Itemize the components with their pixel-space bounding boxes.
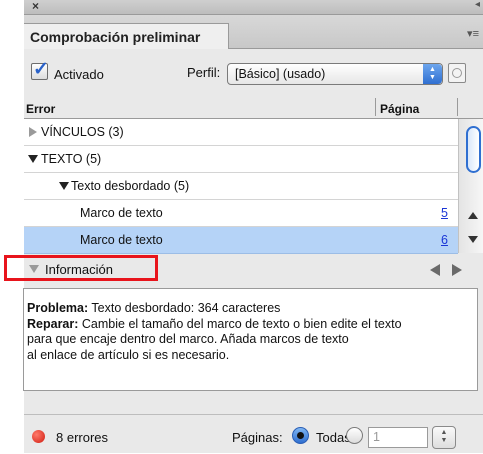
list-scrollbar[interactable]	[458, 119, 483, 253]
panel-top-strip: × ◂	[24, 0, 483, 15]
page-link[interactable]: 6	[441, 233, 448, 247]
list-item-marco-de-texto[interactable]: Marco de texto 5	[24, 200, 458, 227]
errors-count[interactable]: 8 errores	[56, 430, 108, 445]
perfil-label: Perfil:	[187, 65, 221, 80]
disclosure-expanded-icon[interactable]	[29, 265, 39, 273]
panel-footer: 8 errores Páginas: Todas 1 ▲ ▼	[24, 414, 483, 454]
reparar-label: Reparar:	[27, 316, 79, 331]
disclosure-expanded-icon[interactable]	[59, 182, 69, 190]
radio-todas[interactable]	[292, 427, 309, 444]
list-item-vinculos[interactable]: VÍNCULOS (3)	[24, 119, 458, 146]
problema-text: Texto desbordado: 364 caracteres	[88, 301, 281, 315]
panel-menu-icon[interactable]: ▾≡	[467, 27, 479, 40]
list-item-marco-de-texto-selected[interactable]: Marco de texto 6	[24, 227, 458, 254]
scroll-down-icon[interactable]	[468, 236, 478, 243]
preflight-panel: × ◂ Comprobación preliminar ▾≡ ✓ Activad…	[4, 0, 483, 454]
scrollbar-thumb[interactable]	[466, 126, 481, 173]
row-label: Marco de texto	[80, 233, 163, 247]
radio-page-range[interactable]	[346, 427, 363, 444]
page-link[interactable]: 5	[441, 206, 448, 220]
page-range-field[interactable]: 1	[368, 427, 428, 448]
error-status-icon	[32, 430, 45, 443]
info-text-area: Problema: Texto desbordado: 364 caracter…	[23, 288, 478, 391]
activado-checkbox[interactable]: ✓	[31, 59, 49, 80]
table-header: Error Página	[24, 96, 483, 119]
reparar-line-3: al enlace de artículo si es necesario.	[27, 347, 230, 362]
paginas-label: Páginas:	[232, 430, 283, 445]
disclosure-collapsed-icon[interactable]	[29, 127, 37, 137]
info-label[interactable]: Información	[45, 262, 113, 277]
perfil-select[interactable]: [Básico] (usado) ▲ ▼	[227, 63, 443, 85]
column-divider	[375, 98, 376, 116]
problema-line: Problema: Texto desbordado: 364 caracter…	[27, 301, 473, 317]
tab-bar: Comprobación preliminar ▾≡	[24, 15, 483, 49]
next-error-icon[interactable]	[452, 264, 462, 276]
page-range-stepper[interactable]: ▲ ▼	[432, 426, 456, 449]
reparar-line-2: para que encaje dentro del marco. Añada …	[27, 332, 349, 346]
reparar-line: Reparar: Cambie el tamaño del marco de t…	[27, 317, 473, 333]
previous-error-icon[interactable]	[430, 264, 440, 276]
row-label: VÍNCULOS (3)	[41, 125, 124, 139]
select-arrows-icon: ▲ ▼	[423, 64, 442, 84]
activado-label: Activado	[54, 67, 104, 82]
error-list: VÍNCULOS (3) TEXTO (5) Texto desbordado …	[24, 119, 458, 254]
column-divider	[457, 98, 458, 116]
define-profiles-icon[interactable]	[448, 63, 466, 83]
close-icon[interactable]: ×	[32, 0, 39, 13]
disclosure-expanded-icon[interactable]	[28, 155, 38, 163]
scroll-up-icon[interactable]	[468, 212, 478, 219]
row-label: TEXTO (5)	[41, 152, 102, 166]
tab-comprobacion-preliminar[interactable]: Comprobación preliminar	[24, 23, 229, 49]
perfil-value: [Básico] (usado)	[235, 67, 326, 81]
problema-label: Problema:	[27, 301, 89, 315]
page-range-value: 1	[373, 430, 380, 444]
collapse-arrows-icon[interactable]: ◂	[475, 0, 480, 10]
column-header-error[interactable]: Error	[26, 102, 55, 116]
row-label: Marco de texto	[80, 206, 163, 220]
tab-title: Comprobación preliminar	[30, 29, 201, 45]
checkmark-icon: ✓	[33, 59, 49, 80]
info-section-header: Información	[4, 254, 483, 286]
list-item-texto-desbordado[interactable]: Texto desbordado (5)	[24, 173, 458, 200]
column-header-pagina[interactable]: Página	[380, 102, 419, 116]
row-label: Texto desbordado (5)	[71, 179, 190, 193]
reparar-text-1: Cambie el tamaño del marco de texto o bi…	[78, 316, 402, 331]
list-item-texto[interactable]: TEXTO (5)	[24, 146, 458, 173]
